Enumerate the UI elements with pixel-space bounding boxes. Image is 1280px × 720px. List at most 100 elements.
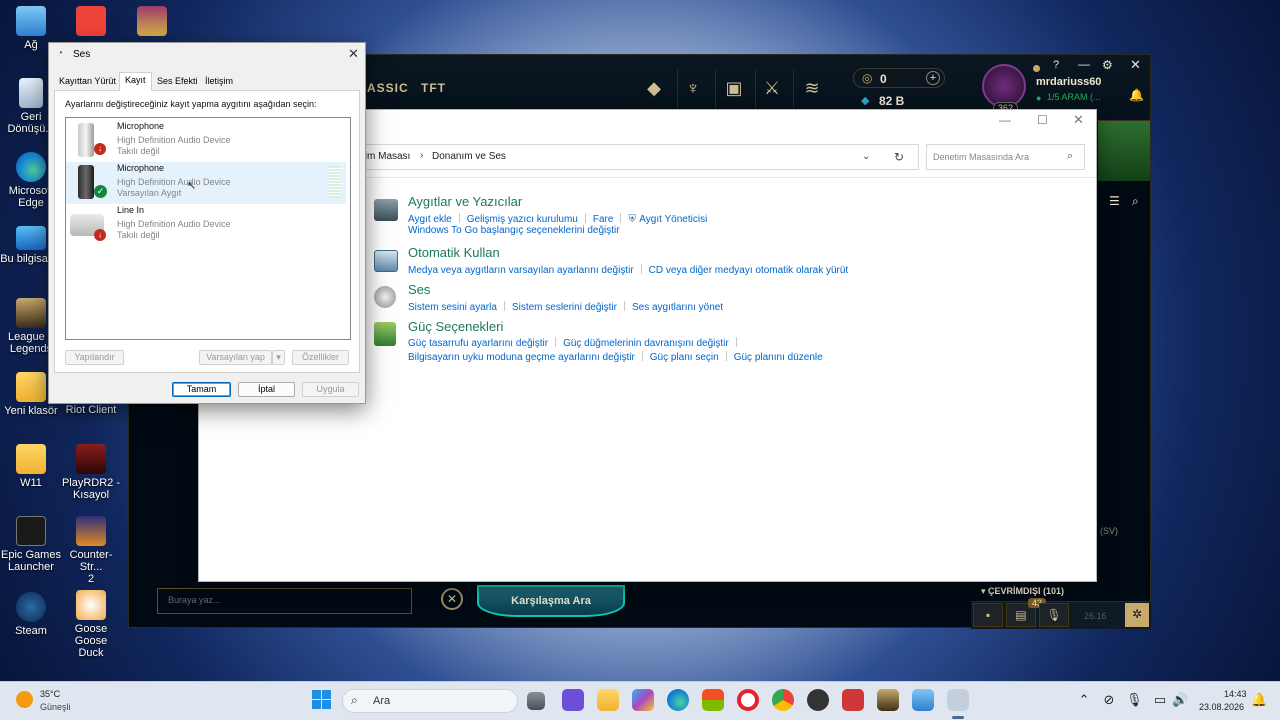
taskbar-search[interactable]: ⌕ Ara: [342, 689, 518, 713]
link-sleep-settings[interactable]: Bilgisayarın uyku moduna geçme ayarların…: [408, 352, 635, 363]
network-tray-icon[interactable]: ▭: [1152, 692, 1168, 708]
username[interactable]: mrdariuss60: [1036, 76, 1101, 88]
bug-report-icon[interactable]: ✲: [1125, 603, 1149, 627]
minimize-icon[interactable]: —: [1078, 57, 1090, 71]
set-default-button[interactable]: Varsayılan yap: [199, 350, 272, 365]
tab-playback[interactable]: Kayıttan Yürüt: [54, 74, 121, 90]
desktop-icon-rdr2[interactable]: PlayRDR2 - Kısayol: [60, 444, 122, 501]
find-match-button[interactable]: Karşılaşma Ara: [477, 585, 625, 617]
link-windows-to-go[interactable]: Windows To Go başlangıç seçeneklerini de…: [408, 225, 620, 236]
voice-icon[interactable]: 🎙: [1039, 603, 1069, 627]
desktop-icon-anydesk[interactable]: [60, 6, 122, 39]
list-view-icon[interactable]: ☰: [1109, 194, 1120, 208]
search-input[interactable]: Denetim Masasında Ara ⌕: [926, 144, 1085, 170]
link-device-manager[interactable]: Aygıt Yöneticisi: [639, 214, 707, 225]
notifications-icon[interactable]: 🔔: [1251, 692, 1267, 708]
profile-icon[interactable]: ♆: [682, 77, 704, 99]
tab-communications[interactable]: İletişim: [200, 74, 238, 90]
address-dropdown-icon[interactable]: ⌄: [862, 151, 870, 162]
link-choose-power-plan[interactable]: Güç planı seçin: [650, 352, 719, 363]
desktop-icon-cs2[interactable]: Counter-Str... 2: [60, 516, 122, 585]
tab-recording[interactable]: Kayıt: [119, 72, 152, 91]
cp-minimize-button[interactable]: —: [999, 113, 1011, 127]
refresh-icon[interactable]: ↻: [894, 150, 904, 164]
notification-icon[interactable]: 🔔: [1129, 88, 1144, 102]
chat-icon[interactable]: ▪: [973, 603, 1003, 627]
device-item[interactable]: ↓ Microphone High Definition Audio Devic…: [66, 120, 346, 162]
control-panel-taskbar-icon[interactable]: [912, 689, 934, 711]
social-search-icon[interactable]: ⌕: [1132, 194, 1139, 209]
close-icon[interactable]: ✕: [1130, 57, 1141, 73]
file-explorer-icon[interactable]: [597, 689, 619, 711]
cancel-button[interactable]: İptal: [238, 382, 295, 397]
category-devices-printers[interactable]: Aygıtlar ve Yazıcılar: [408, 194, 522, 209]
add-rp-button[interactable]: +: [926, 71, 940, 85]
set-default-dropdown[interactable]: ▾: [272, 350, 285, 365]
desktop-icon-epic[interactable]: Epic Games Launcher: [0, 516, 62, 573]
microphone-tray-icon[interactable]: 🎙: [1126, 692, 1143, 708]
edge-taskbar-icon[interactable]: [667, 689, 689, 711]
task-view-icon[interactable]: [527, 692, 545, 710]
loot-icon[interactable]: ▣: [723, 77, 745, 99]
clash-icon[interactable]: ⚔: [761, 77, 783, 99]
show-hidden-icons[interactable]: ⌃: [1076, 692, 1092, 708]
steam-taskbar-icon[interactable]: [807, 689, 829, 711]
meet-icon[interactable]: [562, 689, 584, 711]
link-add-device[interactable]: Aygıt ekle: [408, 214, 452, 225]
desktop-icon-w11[interactable]: W11: [0, 444, 62, 489]
link-cd-autoplay[interactable]: CD veya diğer medyayı otomatik olarak yü…: [649, 265, 849, 276]
category-power-options[interactable]: Güç Seçenekleri: [408, 319, 503, 334]
link-power-saving[interactable]: Güç tasarrufu ayarlarını değiştir: [408, 338, 548, 349]
store-icon[interactable]: ≋: [801, 77, 823, 99]
cp-maximize-button[interactable]: ☐: [1037, 113, 1048, 127]
nav-classic[interactable]: ASSIC: [367, 81, 409, 95]
address-bar[interactable]: tim Masası › Donanım ve Ses ⌄ ↻: [351, 144, 919, 170]
volume-icon[interactable]: 🔊: [1172, 692, 1188, 708]
link-media-defaults[interactable]: Medya veya aygıtların varsayılan ayarlar…: [408, 265, 634, 276]
desktop-icon-riot-client[interactable]: Riot Client: [60, 404, 122, 416]
breadcrumb-hardware-sound[interactable]: Donanım ve Ses: [432, 151, 506, 162]
category-sound[interactable]: Ses: [408, 282, 430, 297]
properties-button[interactable]: Özellikler: [292, 350, 349, 365]
breadcrumb-control-panel[interactable]: tim Masası: [362, 151, 410, 162]
help-icon[interactable]: ?: [1053, 59, 1059, 71]
apply-button[interactable]: Uygula: [302, 382, 359, 397]
clock-time[interactable]: 14:43: [1224, 689, 1247, 699]
desktop-icon-winrar[interactable]: [121, 6, 183, 39]
category-autoplay[interactable]: Otomatik Kullan: [408, 245, 500, 260]
link-adjust-volume[interactable]: Sistem sesini ayarla: [408, 302, 497, 313]
status-text[interactable]: 1/5 ARAM (...: [1047, 92, 1101, 102]
link-power-buttons[interactable]: Güç düğmelerinin davranışını değiştir: [563, 338, 729, 349]
desktop-icon-goose[interactable]: Goose Goose Duck: [60, 590, 122, 659]
nav-tft[interactable]: TFT: [421, 81, 446, 95]
chrome-icon[interactable]: [772, 689, 794, 711]
chat-input[interactable]: Buraya yaz...: [157, 588, 412, 614]
offline-header[interactable]: ▾ ÇEVRİMDIŞI (101): [981, 586, 1064, 597]
tab-sound-effects[interactable]: Ses Efekti: [152, 74, 203, 90]
device-item[interactable]: ↓ Line In High Definition Audio Device T…: [66, 204, 346, 246]
opera-icon[interactable]: [737, 689, 759, 711]
league-taskbar-icon[interactable]: [877, 689, 899, 711]
link-manage-audio-devices[interactable]: Ses aygıtlarını yönet: [632, 302, 723, 313]
weather-icon[interactable]: [16, 691, 33, 708]
start-icon[interactable]: [312, 690, 331, 709]
cp-close-button[interactable]: ✕: [1073, 112, 1084, 128]
link-advanced-printer-setup[interactable]: Gelişmiş yazıcı kurulumu: [467, 214, 578, 225]
configure-button[interactable]: Yapılandır: [65, 350, 124, 365]
store-icon[interactable]: [702, 689, 724, 711]
settings-icon[interactable]: ⚙: [1102, 58, 1113, 72]
weather-temp[interactable]: 35°C: [40, 689, 60, 699]
copilot-icon[interactable]: [632, 689, 654, 711]
dialog-close-button[interactable]: ✕: [348, 46, 359, 62]
device-item-selected[interactable]: ✓ Microphone High Definition Audio Devic…: [66, 162, 346, 204]
ok-button[interactable]: Tamam: [172, 382, 231, 397]
cancel-queue-icon[interactable]: ✕: [441, 588, 463, 610]
collection-icon[interactable]: ◆: [643, 77, 665, 99]
desktop-icon-steam[interactable]: Steam: [0, 592, 62, 637]
network-disconnected-icon[interactable]: ⊘: [1101, 692, 1117, 708]
riot-client-taskbar-icon[interactable]: [842, 689, 864, 711]
clock-date[interactable]: 23.08.2026: [1199, 702, 1244, 712]
link-mouse[interactable]: Fare: [593, 214, 614, 225]
link-change-system-sounds[interactable]: Sistem seslerini değiştir: [512, 302, 617, 313]
link-edit-power-plan[interactable]: Güç planını düzenle: [734, 352, 823, 363]
